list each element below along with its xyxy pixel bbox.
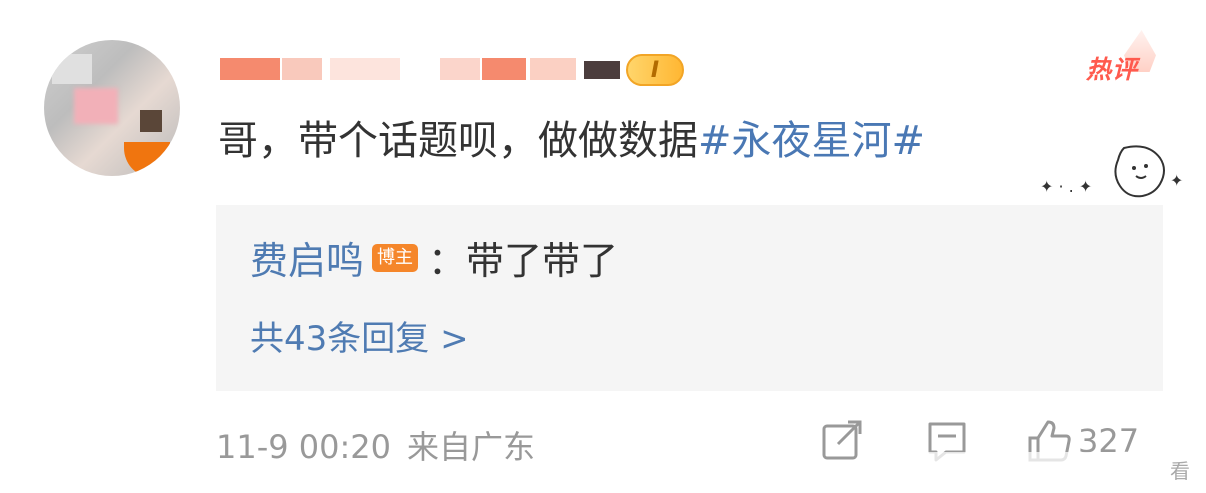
- blogger-badge: 博主: [372, 243, 419, 272]
- reply-item: 费启鸣 博主 ：带了带了: [250, 231, 618, 291]
- avatar-blur-block: [74, 88, 118, 124]
- user-level-badge: I: [626, 54, 684, 86]
- avatar[interactable]: [44, 40, 180, 176]
- avatar-blur-block: [124, 142, 170, 176]
- hot-comment-tag: 热评: [1086, 55, 1139, 84]
- timestamp: 11-9 00:20: [216, 428, 392, 466]
- username-redacted[interactable]: [220, 49, 650, 83]
- svg-text:✦: ✦: [1170, 171, 1183, 190]
- avatar-blur-block: [52, 54, 92, 84]
- topic-link[interactable]: #永夜星河#: [698, 118, 925, 164]
- reply-author[interactable]: 费启鸣: [250, 239, 364, 283]
- cute-ghost-sticker-icon: ✦ · . ✦ ✦: [1040, 145, 1183, 198]
- avatar-blur-block: [140, 110, 162, 132]
- more-replies-link[interactable]: 共43条回复 >: [250, 315, 469, 363]
- reply-box[interactable]: 费启鸣 博主 ：带了带了 共43条回复 >: [216, 205, 1163, 391]
- comment-meta: 11-9 00:20 来自广东: [216, 422, 535, 468]
- watermark: 看: [866, 452, 1198, 486]
- comment-text: 哥，带个话题呗，做做数据: [218, 118, 698, 164]
- share-button[interactable]: [820, 418, 866, 464]
- share-icon: [822, 420, 862, 460]
- reply-text: 带了带了: [466, 239, 619, 283]
- location: 来自广东: [407, 428, 536, 466]
- comment-body: 哥，带个话题呗，做做数据#永夜星河#: [218, 112, 925, 170]
- reply-separator: ：: [428, 239, 467, 283]
- svg-text:✦ · . ✦: ✦ · . ✦: [1040, 177, 1092, 196]
